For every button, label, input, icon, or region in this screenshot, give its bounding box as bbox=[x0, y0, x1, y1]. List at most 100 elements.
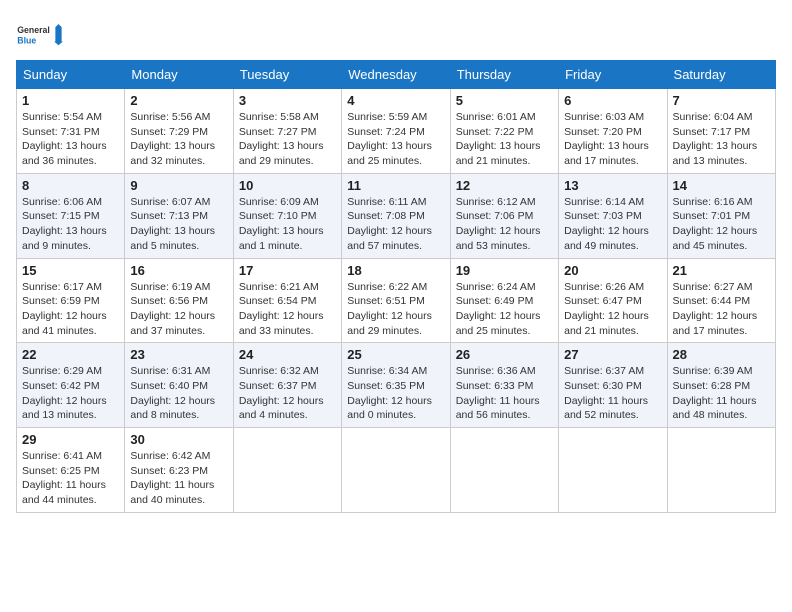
calendar-cell bbox=[342, 428, 450, 513]
column-header-tuesday: Tuesday bbox=[233, 61, 341, 89]
day-info: Sunrise: 6:11 AMSunset: 7:08 PMDaylight:… bbox=[347, 195, 444, 254]
calendar-cell: 9 Sunrise: 6:07 AMSunset: 7:13 PMDaylight… bbox=[125, 173, 233, 258]
calendar-cell: 14 Sunrise: 6:16 AMSunset: 7:01 PMDayligh… bbox=[667, 173, 775, 258]
day-number: 16 bbox=[130, 263, 227, 278]
calendar-cell: 16 Sunrise: 6:19 AMSunset: 6:56 PMDayligh… bbox=[125, 258, 233, 343]
calendar-cell: 20 Sunrise: 6:26 AMSunset: 6:47 PMDayligh… bbox=[559, 258, 667, 343]
calendar-week-2: 8 Sunrise: 6:06 AMSunset: 7:15 PMDaylight… bbox=[17, 173, 776, 258]
day-info: Sunrise: 6:14 AMSunset: 7:03 PMDaylight:… bbox=[564, 195, 661, 254]
calendar-cell: 11 Sunrise: 6:11 AMSunset: 7:08 PMDayligh… bbox=[342, 173, 450, 258]
calendar-cell: 23 Sunrise: 6:31 AMSunset: 6:40 PMDayligh… bbox=[125, 343, 233, 428]
calendar-cell: 7Sunrise: 6:04 AMSunset: 7:17 PMDaylight… bbox=[667, 89, 775, 174]
calendar-cell: 29 Sunrise: 6:41 AMSunset: 6:25 PMDayligh… bbox=[17, 428, 125, 513]
day-number: 9 bbox=[130, 178, 227, 193]
calendar-week-4: 22Sunrise: 6:29 AMSunset: 6:42 PMDayligh… bbox=[17, 343, 776, 428]
calendar-cell bbox=[233, 428, 341, 513]
day-info: Sunrise: 6:19 AMSunset: 6:56 PMDaylight:… bbox=[130, 280, 227, 339]
calendar-cell: 13 Sunrise: 6:14 AMSunset: 7:03 PMDayligh… bbox=[559, 173, 667, 258]
column-header-friday: Friday bbox=[559, 61, 667, 89]
day-number: 11 bbox=[347, 178, 444, 193]
day-number: 10 bbox=[239, 178, 336, 193]
day-number: 19 bbox=[456, 263, 553, 278]
day-info: Sunrise: 5:59 AMSunset: 7:24 PMDaylight:… bbox=[347, 110, 444, 169]
day-number: 2 bbox=[130, 93, 227, 108]
day-info: Sunrise: 6:07 AMSunset: 7:13 PMDaylight:… bbox=[130, 195, 227, 254]
calendar-cell: 6 Sunrise: 6:03 AMSunset: 7:20 PMDaylight… bbox=[559, 89, 667, 174]
day-info: Sunrise: 5:58 AMSunset: 7:27 PMDaylight:… bbox=[239, 110, 336, 169]
day-info: Sunrise: 6:03 AMSunset: 7:20 PMDaylight:… bbox=[564, 110, 661, 169]
day-number: 3 bbox=[239, 93, 336, 108]
day-info: Sunrise: 6:32 AMSunset: 6:37 PMDaylight:… bbox=[239, 364, 336, 423]
column-header-wednesday: Wednesday bbox=[342, 61, 450, 89]
day-info: Sunrise: 6:39 AMSunset: 6:28 PMDaylight:… bbox=[673, 364, 770, 423]
day-number: 26 bbox=[456, 347, 553, 362]
calendar-cell: 30 Sunrise: 6:42 AMSunset: 6:23 PMDayligh… bbox=[125, 428, 233, 513]
day-info: Sunrise: 6:09 AMSunset: 7:10 PMDaylight:… bbox=[239, 195, 336, 254]
day-number: 29 bbox=[22, 432, 119, 447]
day-number: 1 bbox=[22, 93, 119, 108]
calendar-week-5: 29 Sunrise: 6:41 AMSunset: 6:25 PMDayligh… bbox=[17, 428, 776, 513]
day-number: 28 bbox=[673, 347, 770, 362]
day-info: Sunrise: 6:12 AMSunset: 7:06 PMDaylight:… bbox=[456, 195, 553, 254]
calendar-week-3: 15 Sunrise: 6:17 AMSunset: 6:59 PMDayligh… bbox=[17, 258, 776, 343]
day-info: Sunrise: 5:56 AMSunset: 7:29 PMDaylight:… bbox=[130, 110, 227, 169]
calendar-cell: 24 Sunrise: 6:32 AMSunset: 6:37 PMDayligh… bbox=[233, 343, 341, 428]
calendar-cell: 18 Sunrise: 6:22 AMSunset: 6:51 PMDayligh… bbox=[342, 258, 450, 343]
day-number: 24 bbox=[239, 347, 336, 362]
calendar-cell: 21 Sunrise: 6:27 AMSunset: 6:44 PMDayligh… bbox=[667, 258, 775, 343]
day-number: 13 bbox=[564, 178, 661, 193]
day-number: 30 bbox=[130, 432, 227, 447]
day-number: 14 bbox=[673, 178, 770, 193]
day-info: Sunrise: 6:31 AMSunset: 6:40 PMDaylight:… bbox=[130, 364, 227, 423]
day-info: Sunrise: 6:42 AMSunset: 6:23 PMDaylight:… bbox=[130, 449, 227, 508]
day-info: Sunrise: 6:16 AMSunset: 7:01 PMDaylight:… bbox=[673, 195, 770, 254]
day-info: Sunrise: 6:26 AMSunset: 6:47 PMDaylight:… bbox=[564, 280, 661, 339]
calendar-cell: 26 Sunrise: 6:36 AMSunset: 6:33 PMDayligh… bbox=[450, 343, 558, 428]
calendar-cell: 15 Sunrise: 6:17 AMSunset: 6:59 PMDayligh… bbox=[17, 258, 125, 343]
day-info: Sunrise: 6:34 AMSunset: 6:35 PMDaylight:… bbox=[347, 364, 444, 423]
day-number: 7 bbox=[673, 93, 770, 108]
day-number: 5 bbox=[456, 93, 553, 108]
column-header-saturday: Saturday bbox=[667, 61, 775, 89]
day-info: Sunrise: 6:21 AMSunset: 6:54 PMDaylight:… bbox=[239, 280, 336, 339]
day-info: Sunrise: 6:24 AMSunset: 6:49 PMDaylight:… bbox=[456, 280, 553, 339]
calendar-header-row: SundayMondayTuesdayWednesdayThursdayFrid… bbox=[17, 61, 776, 89]
day-number: 20 bbox=[564, 263, 661, 278]
calendar-cell: 17 Sunrise: 6:21 AMSunset: 6:54 PMDayligh… bbox=[233, 258, 341, 343]
calendar-cell: 1Sunrise: 5:54 AMSunset: 7:31 PMDaylight… bbox=[17, 89, 125, 174]
svg-text:Blue: Blue bbox=[17, 35, 36, 45]
calendar-cell bbox=[559, 428, 667, 513]
calendar-cell: 12Sunrise: 6:12 AMSunset: 7:06 PMDayligh… bbox=[450, 173, 558, 258]
calendar-cell bbox=[450, 428, 558, 513]
day-info: Sunrise: 6:41 AMSunset: 6:25 PMDaylight:… bbox=[22, 449, 119, 508]
logo: GeneralBlue bbox=[16, 16, 66, 52]
calendar-cell: 25 Sunrise: 6:34 AMSunset: 6:35 PMDayligh… bbox=[342, 343, 450, 428]
calendar-week-1: 1Sunrise: 5:54 AMSunset: 7:31 PMDaylight… bbox=[17, 89, 776, 174]
day-info: Sunrise: 6:17 AMSunset: 6:59 PMDaylight:… bbox=[22, 280, 119, 339]
day-info: Sunrise: 6:27 AMSunset: 6:44 PMDaylight:… bbox=[673, 280, 770, 339]
day-info: Sunrise: 6:06 AMSunset: 7:15 PMDaylight:… bbox=[22, 195, 119, 254]
day-number: 15 bbox=[22, 263, 119, 278]
page-header: GeneralBlue bbox=[16, 16, 776, 52]
day-info: Sunrise: 6:36 AMSunset: 6:33 PMDaylight:… bbox=[456, 364, 553, 423]
day-info: Sunrise: 6:22 AMSunset: 6:51 PMDaylight:… bbox=[347, 280, 444, 339]
logo-icon: GeneralBlue bbox=[16, 16, 66, 52]
calendar-cell: 10 Sunrise: 6:09 AMSunset: 7:10 PMDayligh… bbox=[233, 173, 341, 258]
day-number: 25 bbox=[347, 347, 444, 362]
calendar-cell: 4Sunrise: 5:59 AMSunset: 7:24 PMDaylight… bbox=[342, 89, 450, 174]
calendar-cell: 22Sunrise: 6:29 AMSunset: 6:42 PMDayligh… bbox=[17, 343, 125, 428]
day-number: 6 bbox=[564, 93, 661, 108]
day-number: 8 bbox=[22, 178, 119, 193]
svg-text:General: General bbox=[17, 25, 50, 35]
day-info: Sunrise: 6:29 AMSunset: 6:42 PMDaylight:… bbox=[22, 364, 119, 423]
day-number: 21 bbox=[673, 263, 770, 278]
day-number: 23 bbox=[130, 347, 227, 362]
calendar-cell: 28 Sunrise: 6:39 AMSunset: 6:28 PMDayligh… bbox=[667, 343, 775, 428]
day-number: 27 bbox=[564, 347, 661, 362]
day-info: Sunrise: 6:01 AMSunset: 7:22 PMDaylight:… bbox=[456, 110, 553, 169]
day-number: 18 bbox=[347, 263, 444, 278]
calendar-cell: 27Sunrise: 6:37 AMSunset: 6:30 PMDayligh… bbox=[559, 343, 667, 428]
column-header-monday: Monday bbox=[125, 61, 233, 89]
calendar-cell: 8 Sunrise: 6:06 AMSunset: 7:15 PMDaylight… bbox=[17, 173, 125, 258]
day-number: 17 bbox=[239, 263, 336, 278]
